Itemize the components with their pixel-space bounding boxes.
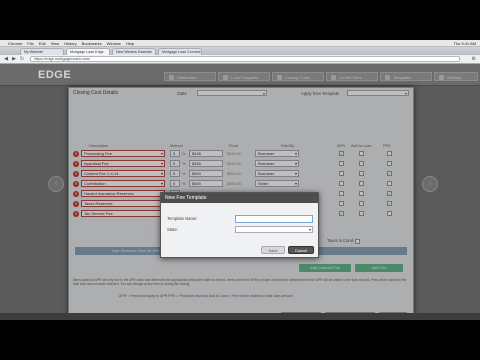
menu-bookmarks[interactable]: Bookmarks <box>82 41 102 46</box>
menu-history[interactable]: History <box>64 41 76 46</box>
nav-item[interactable]: Loan Programs <box>218 72 270 81</box>
menu-edit[interactable]: Edit <box>39 41 46 46</box>
browser-tabbar: My Website Mortgage Loan Edge New Window… <box>0 47 480 55</box>
nav-icon <box>277 75 282 81</box>
menu-view[interactable]: View <box>51 41 60 46</box>
mac-menubar: Chrome File Edit View History Bookmarks … <box>0 40 480 47</box>
template-name-label: Template Name: <box>167 216 198 221</box>
app-logo: EDGE <box>38 69 72 81</box>
reload-icon[interactable]: ↻ <box>19 56 25 62</box>
app-header: EDGE Dashboard Loan Programs Closing Cos… <box>0 64 480 86</box>
new-fee-template-modal: New Fee Template Template Name: State: S… <box>160 192 319 258</box>
template-name-input[interactable] <box>235 215 313 223</box>
nav-icon <box>331 75 336 81</box>
modal-title: New Fee Template <box>161 193 318 203</box>
address-bar: ◀ ▶ ↻ https://edge.mortgagecoach.com/ ⚙ <box>0 55 480 64</box>
browser-tab[interactable]: New Window Eastside <box>112 48 156 55</box>
nav-icon <box>439 75 444 81</box>
prev-arrow-icon[interactable]: ‹ <box>48 176 64 192</box>
menu-window[interactable]: Window <box>107 41 121 46</box>
menu-file[interactable]: File <box>27 41 33 46</box>
modal-cancel-button[interactable]: Cancel <box>288 246 314 254</box>
modal-save-button[interactable]: Save <box>261 246 285 254</box>
url-field[interactable]: https://edge.mortgagecoach.com/ <box>30 56 460 62</box>
browser-tab[interactable]: Mortgage Loan Connect <box>158 48 202 55</box>
modal-state-select[interactable] <box>235 226 313 233</box>
nav-item[interactable]: Closing Costs <box>272 72 324 81</box>
dock-bar <box>0 313 480 320</box>
browser-tab-active[interactable]: Mortgage Loan Edge <box>66 48 110 55</box>
wrench-icon[interactable]: ⚙ <box>472 56 476 62</box>
menubar-clock: Thu 9:41 AM <box>453 40 476 46</box>
modal-state-label: State: <box>167 227 178 232</box>
browser-tab[interactable]: My Website <box>20 48 64 55</box>
menu-chrome[interactable]: Chrome <box>8 41 22 46</box>
forward-icon[interactable]: ▶ <box>11 56 17 62</box>
nav-icon <box>169 75 174 81</box>
screen: Chrome File Edit View History Bookmarks … <box>0 40 480 320</box>
nav-item[interactable]: Settings <box>434 72 478 81</box>
next-arrow-icon[interactable]: › <box>422 176 438 192</box>
menu-help[interactable]: Help <box>126 41 134 46</box>
nav-item[interactable]: Dashboard <box>164 72 216 81</box>
nav-item[interactable]: Lender Fees <box>326 72 378 81</box>
nav-icon <box>223 75 228 81</box>
back-icon[interactable]: ◀ <box>3 56 9 62</box>
nav-item[interactable]: Templates <box>380 72 432 81</box>
nav-icon <box>385 75 390 81</box>
